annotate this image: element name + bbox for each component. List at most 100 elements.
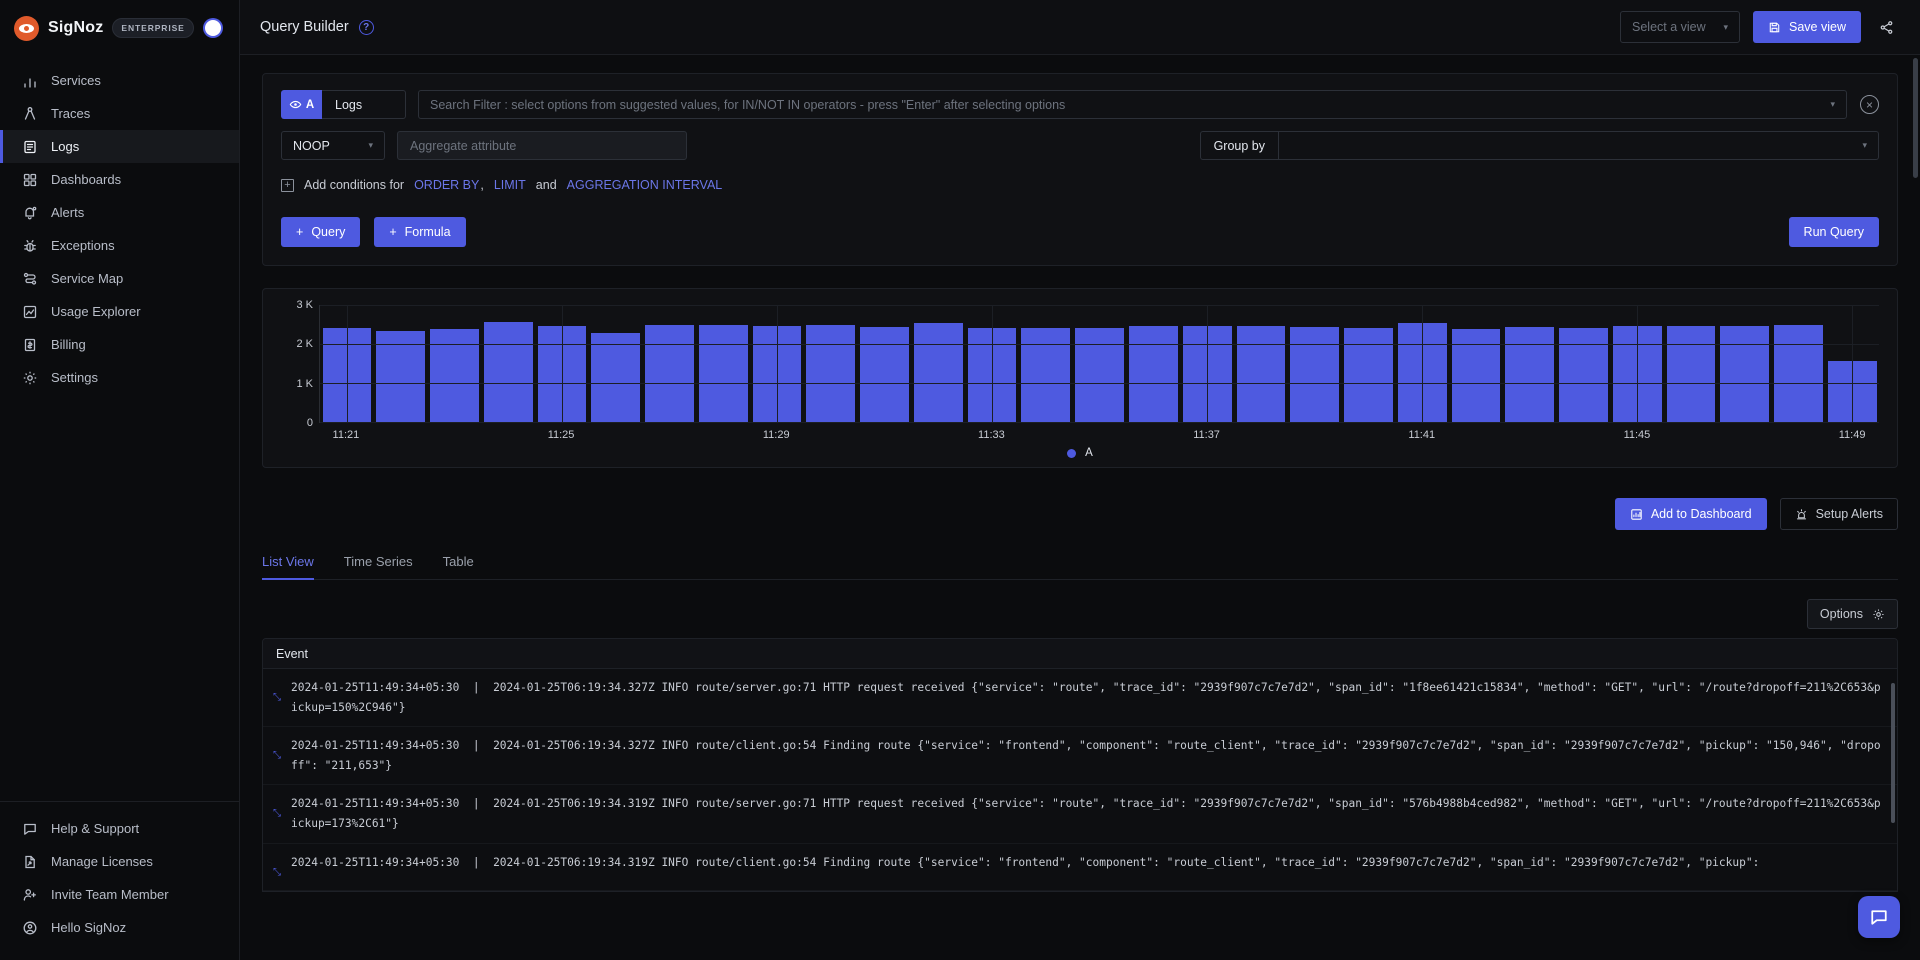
save-view-button[interactable]: Save view — [1753, 11, 1861, 43]
save-view-label: Save view — [1789, 20, 1846, 34]
user-circle-icon — [22, 920, 38, 936]
select-view-dropdown[interactable]: Select a view ▾ — [1620, 11, 1740, 43]
conjunction: and — [536, 178, 557, 192]
save-disk-icon — [1768, 21, 1781, 34]
group-by-input[interactable]: ▾ — [1279, 131, 1879, 160]
tab-time-series[interactable]: Time Series — [344, 554, 413, 579]
sidebar-bottom: Help & Support Manage Licenses Invite Te… — [0, 801, 239, 960]
vertical-gridline — [347, 305, 348, 422]
sidebar-item-usage-explorer[interactable]: Usage Explorer — [0, 295, 239, 328]
add-to-dashboard-label: Add to Dashboard — [1651, 507, 1752, 521]
aggregate-attribute-input[interactable]: Aggregate attribute — [397, 131, 687, 160]
gear-icon — [22, 370, 38, 386]
expand-arrows-icon[interactable]: ⤡ — [263, 736, 291, 775]
log-table-scrollbar[interactable] — [1891, 683, 1895, 823]
bar[interactable] — [1290, 327, 1339, 422]
page-scrollbar[interactable] — [1913, 58, 1918, 178]
bar[interactable] — [1129, 326, 1178, 422]
share-nodes-icon[interactable] — [1874, 15, 1898, 39]
chevron-down-icon: ▾ — [1723, 22, 1728, 33]
sidebar-item-help-support[interactable]: Help & Support — [0, 812, 239, 845]
bar[interactable] — [1559, 328, 1608, 422]
question-mark-circle-icon[interactable]: ? — [359, 20, 374, 35]
sidebar-item-exceptions[interactable]: Exceptions — [0, 229, 239, 262]
bar[interactable] — [1505, 327, 1554, 422]
table-row[interactable]: ⤡2024-01-25T11:49:34+05:30 | 2024-01-25T… — [263, 669, 1897, 727]
tab-table[interactable]: Table — [443, 554, 474, 579]
vertical-gridline — [1422, 305, 1423, 422]
search-filter-input[interactable]: Search Filter : select options from sugg… — [418, 90, 1847, 119]
x-axis-tick: 11:25 — [548, 429, 575, 441]
sidebar-item-settings[interactable]: Settings — [0, 361, 239, 394]
setup-alerts-button[interactable]: Setup Alerts — [1780, 498, 1898, 530]
bar[interactable] — [1237, 326, 1286, 422]
bar-chart-icon — [22, 73, 38, 89]
aggregation-interval-link[interactable]: AGGREGATION INTERVAL — [567, 178, 723, 192]
aggregate-operator-select[interactable]: NOOP ▾ — [281, 131, 385, 160]
options-button[interactable]: Options — [1807, 599, 1898, 629]
chat-bubble-icon[interactable] — [1858, 896, 1900, 938]
plot — [319, 305, 1879, 423]
bar[interactable] — [1667, 326, 1716, 422]
log-table: Event ⤡2024-01-25T11:49:34+05:30 | 2024-… — [262, 638, 1898, 892]
bar[interactable] — [1075, 328, 1124, 422]
log-event-text: 2024-01-25T11:49:34+05:30 | 2024-01-25T0… — [291, 678, 1883, 717]
sidebar-item-manage-licenses[interactable]: Manage Licenses — [0, 845, 239, 878]
chart-plot-area: 01 K2 K3 K — [281, 305, 1879, 423]
bar[interactable] — [699, 325, 748, 423]
expand-arrows-icon[interactable]: ⤡ — [263, 794, 291, 833]
sidebar-nav: Services Traces Logs Dashboards Alerts E… — [0, 64, 239, 801]
options-label: Options — [1820, 607, 1863, 621]
bar[interactable] — [860, 327, 909, 422]
bar[interactable] — [1344, 328, 1393, 422]
bar[interactable] — [806, 325, 855, 422]
column-header-event: Event — [276, 647, 308, 661]
table-row[interactable]: ⤡2024-01-25T11:49:34+05:30 | 2024-01-25T… — [263, 727, 1897, 785]
run-query-button[interactable]: Run Query — [1789, 217, 1879, 247]
x-axis-tick: 11:33 — [978, 429, 1005, 441]
sidebar-item-traces[interactable]: Traces — [0, 97, 239, 130]
close-circle-icon[interactable]: × — [1860, 95, 1879, 114]
main-area: Query Builder ? Select a view ▾ Save vie… — [240, 0, 1920, 960]
sidebar-item-alerts[interactable]: Alerts — [0, 196, 239, 229]
plus-icon: + — [296, 225, 303, 239]
query-visibility-toggle[interactable]: A — [281, 90, 322, 119]
bar[interactable] — [645, 325, 694, 422]
order-by-link[interactable]: ORDER BY — [414, 178, 479, 192]
sidebar-item-dashboards[interactable]: Dashboards — [0, 163, 239, 196]
add-to-dashboard-button[interactable]: Add to Dashboard — [1615, 498, 1767, 530]
sidebar-item-logs[interactable]: Logs — [0, 130, 239, 163]
data-source-select[interactable]: Logs — [322, 90, 406, 119]
bar[interactable] — [1774, 325, 1823, 422]
gridline — [320, 305, 1879, 306]
brand-name: SigNoz — [48, 19, 103, 37]
sidebar-item-invite-team-member[interactable]: Invite Team Member — [0, 878, 239, 911]
table-row[interactable]: ⤡2024-01-25T11:49:34+05:30 | 2024-01-25T… — [263, 844, 1897, 892]
comma-separator: , — [480, 178, 483, 192]
toggle-knob — [205, 20, 221, 36]
sidebar-item-billing[interactable]: Billing — [0, 328, 239, 361]
tab-list-view[interactable]: List View — [262, 554, 314, 579]
expand-arrows-icon[interactable]: ⤡ — [263, 853, 291, 882]
receipt-dollar-icon — [22, 337, 38, 353]
bar[interactable] — [914, 323, 963, 422]
bar[interactable] — [1021, 328, 1070, 422]
add-formula-button[interactable]: + Formula — [374, 217, 465, 247]
brand-row: SigNoz ENTERPRISE ☾ — [0, 6, 239, 50]
table-row[interactable]: ⤡2024-01-25T11:49:34+05:30 | 2024-01-25T… — [263, 785, 1897, 843]
sidebar-item-services[interactable]: Services — [0, 64, 239, 97]
plus-square-icon[interactable]: + — [281, 179, 294, 192]
sidebar-item-hello-signoz[interactable]: Hello SigNoz — [0, 911, 239, 944]
add-query-button[interactable]: + Query — [281, 217, 360, 247]
chart-card: 01 K2 K3 K 11:2111:2511:2911:3311:3711:4… — [262, 288, 1898, 468]
traces-icon — [22, 106, 38, 122]
bar[interactable] — [591, 333, 640, 422]
limit-link[interactable]: LIMIT — [494, 178, 526, 192]
theme-toggle[interactable]: ☾ — [203, 18, 223, 38]
chart-legend[interactable]: A — [281, 447, 1879, 459]
area-chart-icon — [22, 304, 38, 320]
bar[interactable] — [484, 322, 533, 422]
sidebar-item-service-map[interactable]: Service Map — [0, 262, 239, 295]
expand-arrows-icon[interactable]: ⤡ — [263, 678, 291, 717]
bar[interactable] — [1720, 326, 1769, 422]
